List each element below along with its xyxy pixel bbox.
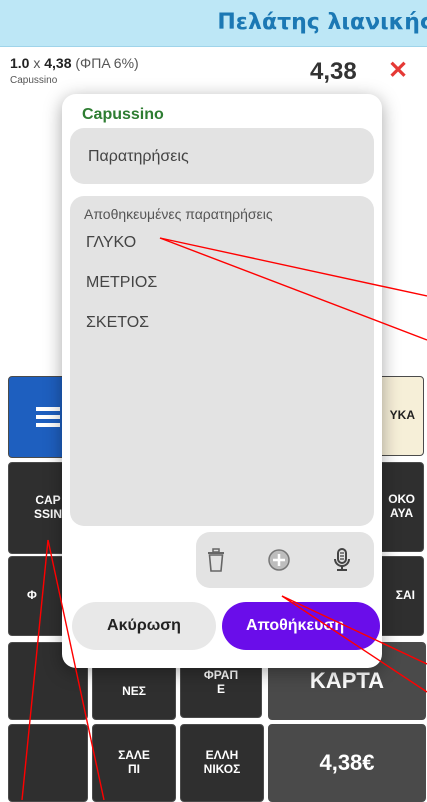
product-tile-label: ΣΑΛΕ ΠΙ — [118, 748, 150, 776]
line-price: 4,38 — [44, 55, 72, 71]
save-button[interactable]: Αποθήκευση — [222, 602, 380, 650]
product-tile[interactable]: ΣΑΛΕ ΠΙ — [92, 724, 176, 802]
total-amount-label: 4,38€ — [319, 750, 375, 776]
add-circle-icon[interactable] — [266, 546, 292, 574]
saved-notes-label: Αποθηκευμένες παρατηρήσεις — [84, 206, 273, 222]
product-tile-label: ΝΕΣ — [122, 684, 146, 699]
trash-icon[interactable] — [203, 546, 229, 574]
cancel-button[interactable]: Ακύρωση — [72, 602, 216, 650]
product-tile-label: ΣΑΙ — [395, 588, 415, 603]
line-quantity-price[interactable]: 1.0 x 4,38 (ΦΠΑ 6%) — [10, 55, 139, 71]
line-product-name: Capussino — [10, 75, 58, 86]
line-vat: (ΦΠΑ 6%) — [75, 55, 139, 71]
product-tile-label: CAP SSIN — [33, 493, 62, 521]
notes-input[interactable]: Παρατηρήσεις — [70, 128, 374, 184]
saved-note-item[interactable]: ΓΛΥΚΟ — [86, 234, 136, 252]
product-tile-label: ΦΡΑΠ Ε — [203, 668, 239, 696]
menu-icon — [36, 415, 60, 419]
card-payment-label: ΚΑΡΤΑ — [309, 668, 385, 694]
product-tile[interactable]: ΦΡΑΠ Ε — [180, 664, 262, 718]
microphone-icon[interactable] — [329, 546, 355, 574]
saved-note-item[interactable]: ΣΚΕΤΟΣ — [86, 314, 149, 332]
product-tile-label: Φ — [27, 588, 37, 603]
line-qty: 1.0 — [10, 55, 30, 71]
product-tile[interactable]: ΕΛΛΗ ΝΙΚΟΣ — [180, 724, 264, 802]
product-tile[interactable]: ΝΕΣ — [92, 664, 176, 720]
delete-line-icon[interactable]: ✕ — [388, 56, 408, 85]
product-tile[interactable] — [8, 724, 88, 802]
saved-note-item[interactable]: ΜΕΤΡΙΟΣ — [86, 274, 157, 292]
dialog-title: Capussino — [82, 106, 164, 123]
line-times: x — [33, 55, 41, 71]
product-tile-label: ΕΛΛΗ ΝΙΚΟΣ — [203, 748, 241, 776]
line-total: 4,38 — [310, 58, 357, 85]
product-tile-label: ΥΚΑ — [389, 408, 415, 423]
total-amount-button[interactable]: 4,38€ — [268, 724, 426, 802]
customer-label[interactable]: Πελάτης λιανικής — [217, 10, 427, 35]
product-tile-label: ΟΚΟ ΑΥΑ — [388, 492, 415, 520]
